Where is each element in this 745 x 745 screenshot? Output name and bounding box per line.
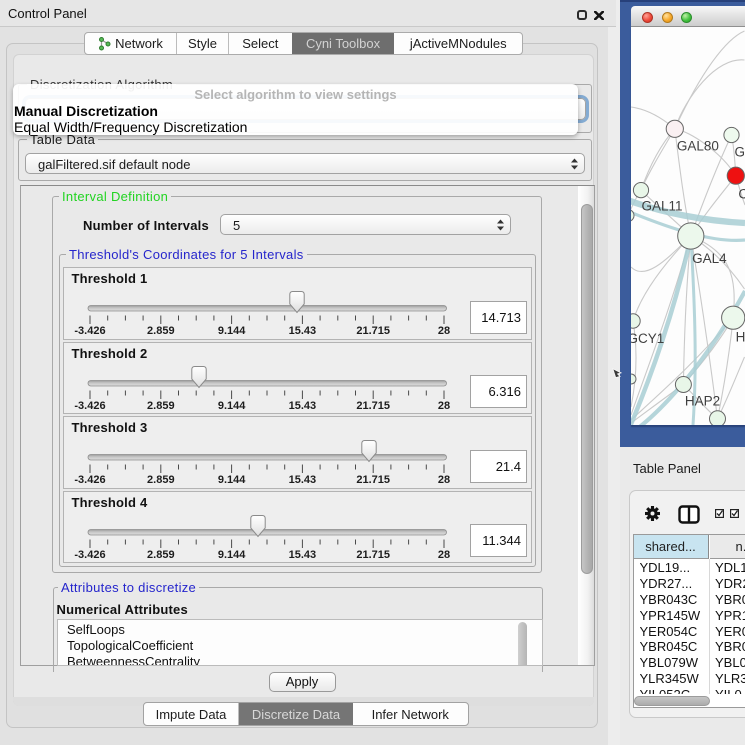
svg-text:28: 28 [438,400,450,412]
svg-text:-3.426: -3.426 [74,474,105,486]
svg-text:15.43: 15.43 [289,400,317,412]
svg-text:9.144: 9.144 [218,325,246,337]
svg-text:HAP2: HAP2 [685,394,720,409]
svg-text:9.144: 9.144 [218,549,246,561]
svg-text:GCY1: GCY1 [631,331,664,346]
svg-text:GAL11: GAL11 [642,199,683,214]
svg-text:GAL4: GAL4 [692,251,727,266]
svg-text:28: 28 [438,325,450,337]
svg-text:2.859: 2.859 [147,325,175,337]
svg-text:2.859: 2.859 [147,400,175,412]
svg-text:-3.426: -3.426 [74,325,105,337]
svg-text:21.715: 21.715 [356,400,390,412]
svg-text:GA: GA [735,145,745,160]
svg-text:2.859: 2.859 [147,549,175,561]
svg-text:HA: HA [736,330,745,345]
svg-text:21.715: 21.715 [356,549,390,561]
svg-text:15.43: 15.43 [289,325,317,337]
svg-text:-3.426: -3.426 [74,549,105,561]
svg-text:15.43: 15.43 [289,474,317,486]
svg-text:C: C [738,187,745,202]
svg-text:GAL80: GAL80 [677,139,719,154]
svg-text:9.144: 9.144 [218,400,246,412]
svg-text:2.859: 2.859 [147,474,175,486]
svg-text:28: 28 [438,474,450,486]
svg-text:15.43: 15.43 [289,549,317,561]
svg-text:21.715: 21.715 [356,325,390,337]
svg-text:21.715: 21.715 [356,474,390,486]
svg-text:-3.426: -3.426 [74,400,105,412]
svg-text:9.144: 9.144 [218,474,246,486]
svg-text:28: 28 [438,549,450,561]
